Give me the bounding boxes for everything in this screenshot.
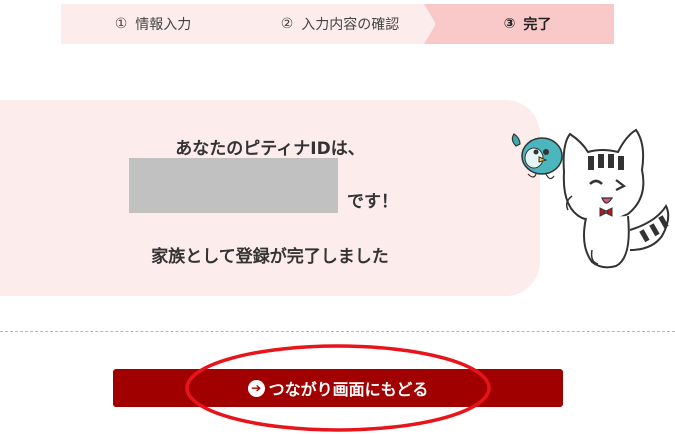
step-label: 完了 (523, 17, 552, 33)
step-label: 情報入力 (135, 17, 192, 33)
step-number: ① (114, 16, 128, 32)
redacted-id (129, 158, 338, 213)
bird-mascot-icon (511, 133, 563, 180)
step-label: 入力内容の確認 (301, 17, 400, 33)
step-confirm: ② 入力内容の確認 (245, 4, 436, 44)
progress-stepper: ① 情報入力 ② 入力内容の確認 ③ 完了 (61, 4, 614, 44)
id-intro-text: あなたのピティナIDは、 (175, 139, 365, 159)
cat-mascot-icon (562, 128, 670, 269)
completion-message-box: あなたのピティナIDは、 です！ 家族として登録が完了しました (0, 100, 540, 296)
back-button-label: つながり画面にもどる (268, 380, 429, 399)
id-suffix-text: です！ (347, 192, 398, 212)
step-number: ③ (503, 16, 516, 32)
step-info-input: ① 情報入力 (61, 4, 245, 44)
step-number: ② (280, 16, 294, 32)
completion-text: 家族として登録が完了しました (151, 247, 389, 267)
arrow-right-circle-icon: ➔ (247, 379, 265, 397)
mascot-illustration (511, 128, 670, 269)
section-divider (0, 331, 675, 332)
back-to-connections-button[interactable]: ➔ つながり画面にもどる (113, 369, 563, 407)
step-complete: ③ 完了 (435, 4, 614, 44)
